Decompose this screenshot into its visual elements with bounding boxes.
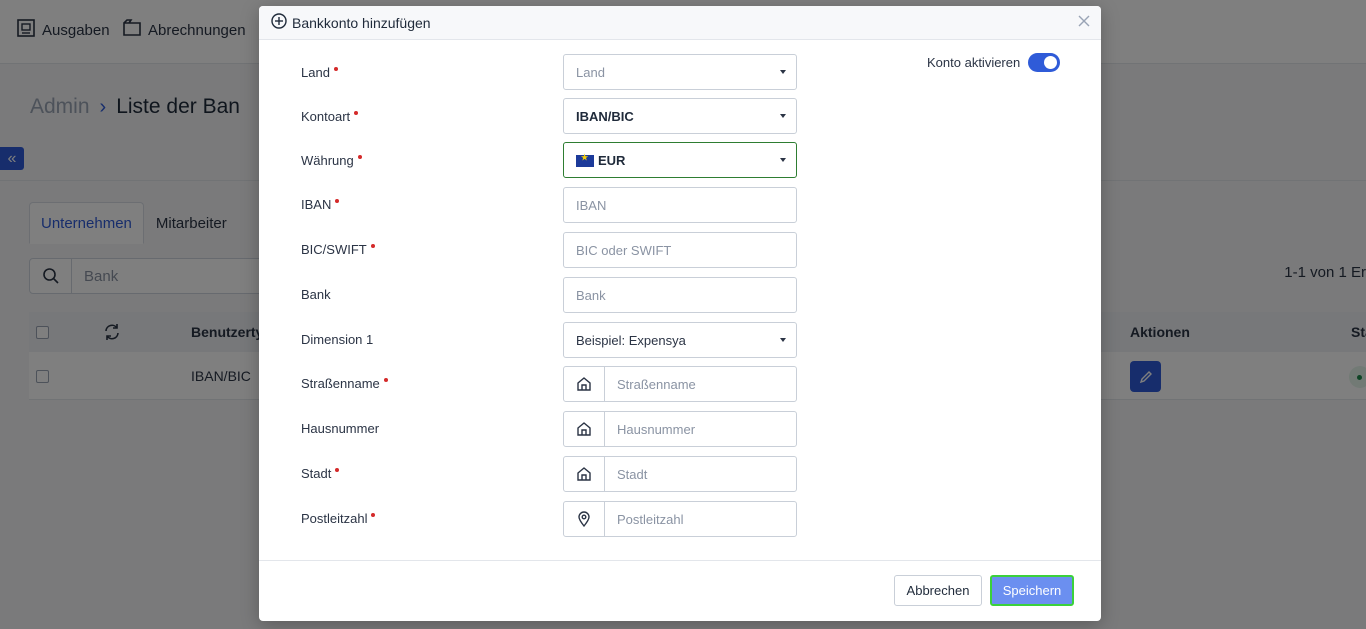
- required-indicator: [357, 155, 362, 159]
- close-icon[interactable]: [1077, 14, 1091, 28]
- required-indicator: [370, 244, 375, 248]
- kontoart-value: IBAN/BIC: [576, 108, 634, 124]
- konto-aktivieren-toggle[interactable]: Konto aktivieren: [927, 53, 1061, 72]
- land-label: Land: [301, 65, 338, 80]
- hausnummer-placeholder: Hausnummer: [617, 421, 696, 437]
- cancel-button[interactable]: Abbrechen: [894, 575, 982, 606]
- kontoart-label: Kontoart: [301, 109, 359, 124]
- iban-input[interactable]: IBAN: [563, 187, 797, 223]
- required-indicator: [335, 199, 340, 203]
- stadt-label: Stadt: [301, 466, 340, 481]
- required-indicator: [371, 513, 376, 517]
- bic-label: BIC/SWIFT: [301, 242, 375, 257]
- required-indicator: [383, 378, 388, 382]
- waehrung-value-wrap: EUR: [564, 153, 780, 168]
- toggle-switch[interactable]: [1028, 53, 1061, 72]
- caret-down-icon: [780, 114, 786, 118]
- iban-label: IBAN: [301, 197, 340, 212]
- save-button[interactable]: Speichern: [990, 575, 1074, 606]
- kontoart-select[interactable]: IBAN/BIC: [563, 98, 797, 134]
- add-bank-account-dialog: Bankkonto hinzufügen Konto aktivieren La…: [259, 6, 1101, 621]
- add-circle-icon: [271, 13, 287, 32]
- strasse-placeholder: Straßenname: [617, 376, 696, 392]
- dimension-select[interactable]: Beispiel: Expensya: [563, 322, 797, 358]
- bank-placeholder: Bank: [576, 287, 606, 303]
- house-icon: [564, 412, 605, 446]
- map-pin-icon: [564, 502, 605, 536]
- strasse-label: Straßenname: [301, 376, 388, 391]
- stadt-placeholder: Stadt: [617, 466, 648, 482]
- strasse-input[interactable]: Straßenname: [563, 366, 797, 402]
- plz-label: Postleitzahl: [301, 511, 376, 526]
- caret-down-icon: [780, 338, 786, 342]
- dialog-title: Bankkonto hinzufügen: [271, 13, 431, 32]
- hausnummer-input[interactable]: Hausnummer: [563, 411, 797, 447]
- iban-placeholder: IBAN: [576, 197, 607, 213]
- dialog-title-text: Bankkonto hinzufügen: [292, 14, 431, 31]
- house-icon: [564, 367, 605, 401]
- bic-placeholder: BIC oder SWIFT: [576, 242, 672, 258]
- hausnummer-label: Hausnummer: [301, 421, 380, 436]
- eu-flag-icon: [576, 153, 594, 168]
- dimension-label: Dimension 1: [301, 332, 374, 347]
- dialog-footer-divider: [259, 560, 1101, 561]
- toggle-label: Konto aktivieren: [927, 55, 1021, 70]
- land-select[interactable]: Land: [563, 54, 797, 90]
- house-icon: [564, 457, 605, 491]
- bank-input[interactable]: Bank: [563, 277, 797, 313]
- waehrung-value: EUR: [598, 152, 626, 168]
- plz-placeholder: Postleitzahl: [617, 511, 684, 527]
- stadt-input[interactable]: Stadt: [563, 456, 797, 492]
- caret-down-icon: [780, 70, 786, 74]
- land-value: Land: [576, 64, 605, 80]
- required-indicator: [335, 468, 340, 472]
- dialog-header: Bankkonto hinzufügen: [259, 6, 1101, 40]
- waehrung-label: Währung: [301, 153, 362, 168]
- caret-down-icon: [780, 158, 786, 162]
- required-indicator: [333, 67, 338, 71]
- bic-input[interactable]: BIC oder SWIFT: [563, 232, 797, 268]
- waehrung-select[interactable]: EUR: [563, 142, 797, 178]
- bank-label: Bank: [301, 287, 331, 302]
- required-indicator: [354, 111, 359, 115]
- dimension-value: Beispiel: Expensya: [576, 332, 686, 348]
- plz-input[interactable]: Postleitzahl: [563, 501, 797, 537]
